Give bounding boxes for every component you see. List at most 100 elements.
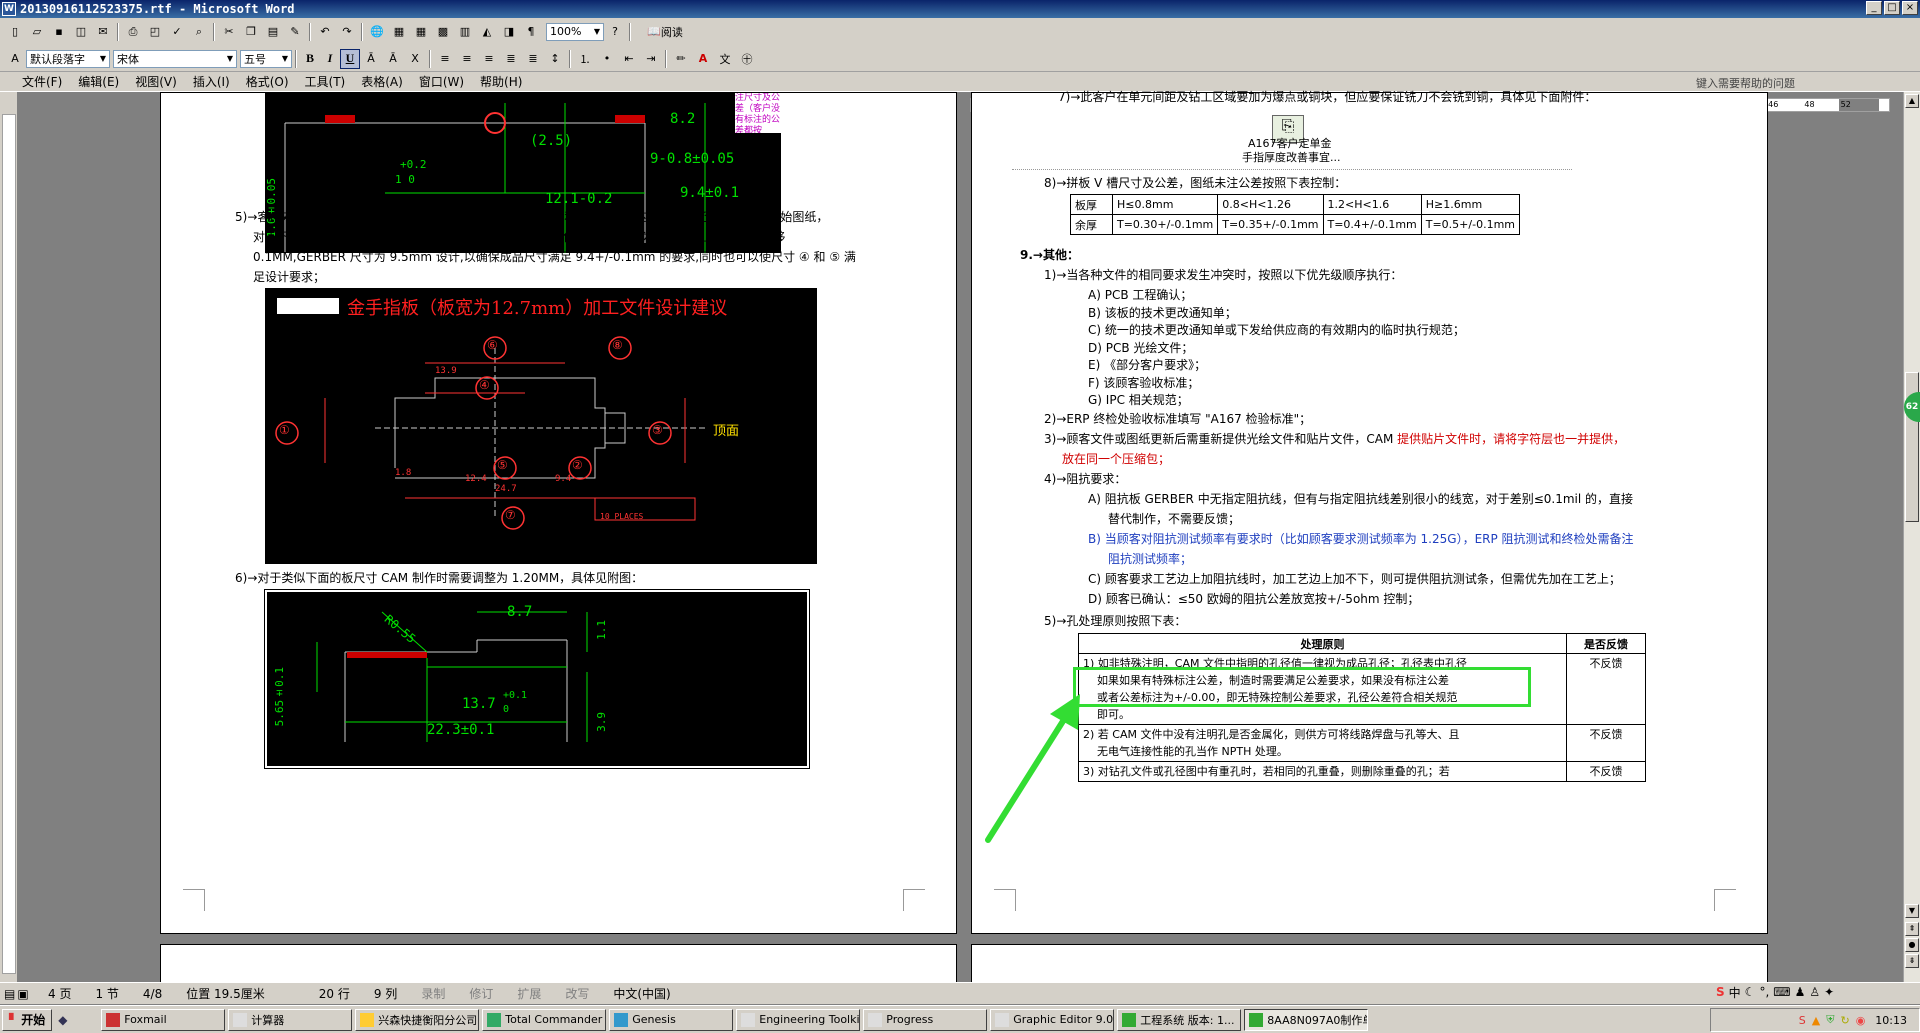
ime-shirt-icon[interactable]: ♙ [1809,985,1820,999]
taskbar-task[interactable]: 兴森快捷衡阳分公司... [355,1008,480,1031]
print-preview-icon[interactable]: ◰ [145,22,165,42]
document-page-right-next[interactable] [971,944,1768,984]
menu-file[interactable]: 文件(F) [14,73,70,90]
tray-app-icon[interactable]: ◉ [1856,1014,1866,1027]
drawing-icon[interactable]: ◭ [477,22,497,42]
vertical-scrollbar[interactable]: ▲ ▼ ⇞ ● ⇟ [1903,92,1920,982]
undo-icon[interactable]: ↶ [315,22,335,42]
paste-icon[interactable]: ▤ [263,22,283,42]
phonetic-guide-icon[interactable]: 文 [715,49,735,69]
table-cell[interactable]: T=0.35+/-0.1mm [1217,214,1324,235]
table-cell[interactable]: 板厚 [1070,194,1113,215]
char-border-icon[interactable]: Ā [361,49,381,69]
menu-help[interactable]: 帮助(H) [472,73,530,90]
clock[interactable]: 10:13 [1875,1014,1907,1027]
browse-object-icon[interactable]: ● [1905,938,1919,952]
menu-insert[interactable]: 插入(I) [185,73,238,90]
enclose-char-icon[interactable]: ㊉ [737,49,757,69]
taskbar-task[interactable]: Genesis [609,1008,734,1031]
document-page-left-next[interactable] [160,944,957,984]
tray-refresh-icon[interactable]: ↻ [1840,1014,1849,1027]
font-size-combo[interactable]: 五号 ▼ [240,49,292,68]
format-painter-icon[interactable]: ✎ [285,22,305,42]
ime-person-icon[interactable]: ♟ [1795,985,1806,999]
document-map-icon[interactable]: ◨ [499,22,519,42]
taskbar-task[interactable]: 计算器 [228,1008,353,1031]
ime-tools-icon[interactable]: ✦ [1824,985,1834,999]
bold-button[interactable]: B [300,49,320,69]
permission-icon[interactable]: ◫ [71,22,91,42]
align-left-icon[interactable]: ≡ [435,49,455,69]
taskbar-task[interactable]: Graphic Editor 9.0... [990,1008,1115,1031]
table-cell[interactable]: T=0.5+/-0.1mm [1420,214,1521,235]
tables-borders-icon[interactable]: ▦ [389,22,409,42]
cut-icon[interactable]: ✂ [219,22,239,42]
font-combo[interactable]: 宋体 ▼ [113,49,237,68]
menu-tools[interactable]: 工具(T) [297,73,354,90]
prev-page-icon[interactable]: ⇞ [1905,922,1919,936]
ime-punct-icon[interactable]: °, [1759,985,1769,999]
taskbar-task[interactable]: Progress [863,1008,988,1031]
insert-table-icon[interactable]: ▦ [411,22,431,42]
distributed-icon[interactable]: ≣ [523,49,543,69]
menu-format[interactable]: 格式(O) [238,73,297,90]
tray-shield-icon[interactable]: ⛨ [1826,1013,1834,1027]
maximize-button[interactable]: □ [1884,1,1900,15]
quicklaunch-app-icon[interactable]: ◆ [58,1013,67,1027]
research-icon[interactable]: ⌕ [189,22,209,42]
style-combo[interactable]: 默认段落字 ▼ [26,49,110,68]
taskbar-task[interactable]: Total Commander 7.... [482,1008,607,1031]
underline-button[interactable]: U [340,48,360,69]
hole-feedback-cell[interactable]: 不反馈 [1566,724,1646,762]
hyperlink-icon[interactable]: 🌐 [367,22,387,42]
justify-icon[interactable]: ≣ [501,49,521,69]
hole-principle-cell[interactable]: 3) 对钻孔文件或孔径图中有重孔时，若相同的孔重叠，则删除重叠的孔；若 [1078,761,1567,782]
attachment-label-2[interactable]: 手指厚度改善事宜... [1242,151,1341,165]
table-cell[interactable]: H≥1.6mm [1420,194,1521,215]
line-spacing-icon[interactable]: ↕ [545,49,565,69]
styles-icon[interactable]: A [5,49,25,69]
font-color-icon[interactable]: A [693,49,713,69]
table-cell[interactable]: T=0.4+/-0.1mm [1322,214,1422,235]
ime-chinese-icon[interactable]: 中 [1729,984,1741,1001]
decrease-indent-icon[interactable]: ⇤ [619,49,639,69]
table-cell[interactable]: 1.2<H<1.6 [1322,194,1422,215]
menu-view[interactable]: 视图(V) [127,73,185,90]
open-folder-icon[interactable]: ▱ [27,22,47,42]
redo-icon[interactable]: ↷ [337,22,357,42]
taskbar-task[interactable]: 8AA8N097A0制作单.xls [1244,1008,1369,1031]
columns-icon[interactable]: ▥ [455,22,475,42]
char-shading-icon[interactable]: Ā [383,49,403,69]
status-language[interactable]: 中文(中国) [601,985,682,1002]
attachment-label-1[interactable]: A167客户定单金 [1248,137,1332,151]
table-cell[interactable]: 余厚 [1070,214,1113,235]
status-trk[interactable]: 修订 [457,985,505,1002]
word-app-icon[interactable]: W [2,2,16,16]
hole-feedback-cell[interactable]: 不反馈 [1566,761,1646,782]
menu-edit[interactable]: 编辑(E) [70,73,127,90]
table-cell[interactable]: H≤0.8mm [1111,194,1219,215]
menu-window[interactable]: 窗口(W) [411,73,472,90]
zoom-combo[interactable]: 100% ▼ [546,22,604,41]
tray-alert-icon[interactable]: ▲ [1812,1014,1820,1027]
help-icon[interactable]: ? [605,22,625,42]
taskbar-task[interactable]: 工程系统 版本: 1... [1117,1008,1242,1031]
tray-sogou-icon[interactable]: S [1799,1014,1806,1027]
taskbar-task[interactable]: Foxmail [101,1008,226,1031]
spelling-icon[interactable]: ✓ [167,22,187,42]
status-ovr[interactable]: 改写 [553,985,601,1002]
save-icon[interactable]: ▪ [49,22,69,42]
table-cell[interactable]: T=0.30+/-0.1mm [1111,214,1219,235]
increase-indent-icon[interactable]: ⇥ [641,49,661,69]
start-button[interactable]: ▘ 开始 [2,1008,53,1031]
close-button[interactable]: × [1902,1,1918,15]
insert-excel-icon[interactable]: ▩ [433,22,453,42]
status-ext[interactable]: 扩展 [505,985,553,1002]
italic-button[interactable]: I [320,49,340,69]
scroll-up-arrow-icon[interactable]: ▲ [1905,94,1919,108]
sogou-ime-icon[interactable]: S [1716,985,1725,999]
print-layout-icon[interactable]: ▣ [17,987,28,1001]
numbering-icon[interactable]: ⒈ [575,49,595,69]
vertical-ruler[interactable] [0,92,18,982]
next-page-icon[interactable]: ⇟ [1905,954,1919,968]
